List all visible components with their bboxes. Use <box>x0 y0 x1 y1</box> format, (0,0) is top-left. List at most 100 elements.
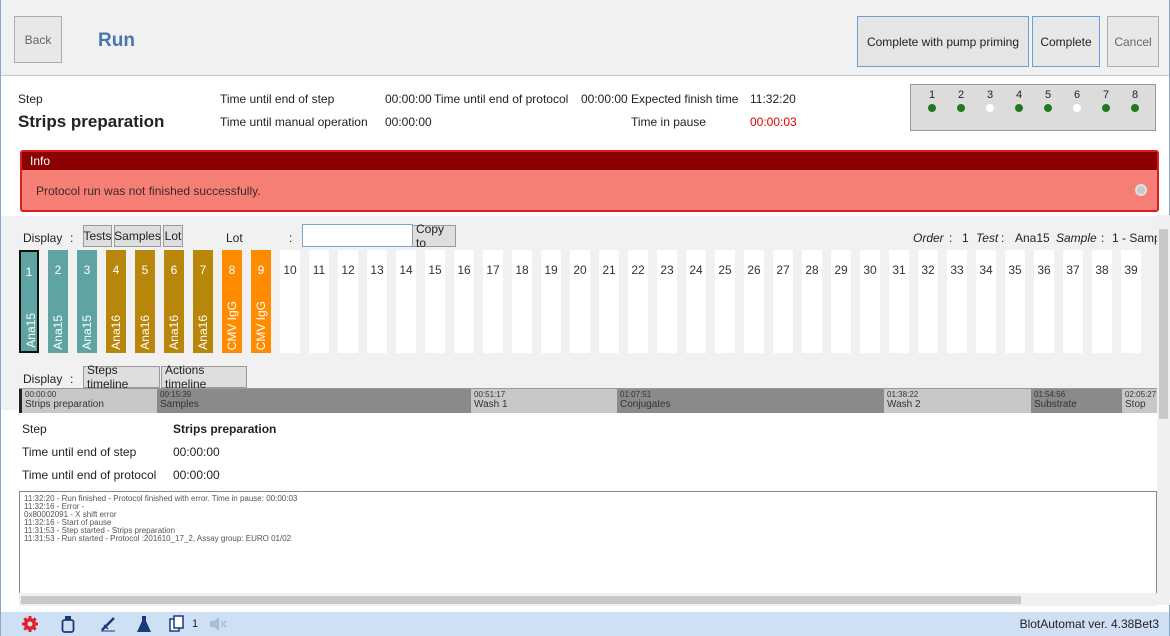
strip-slot[interactable]: 35 <box>1005 250 1025 353</box>
log-horizontal-scrollbar[interactable] <box>19 593 1157 606</box>
strip-test-name: Ana15 <box>51 315 65 350</box>
strip-number: 13 <box>370 263 384 277</box>
strip-slot[interactable]: 37 <box>1063 250 1083 353</box>
copy-to-button[interactable]: Copy to <box>412 222 456 250</box>
pages-counter: 1 <box>191 618 199 630</box>
speaker-muted-icon[interactable] <box>207 612 229 636</box>
module-status-dot <box>1073 104 1081 112</box>
module-number: 3 <box>986 89 994 101</box>
samples-toggle-button[interactable]: Samples <box>114 225 161 247</box>
strip-slot[interactable]: 4 Ana16 <box>106 250 126 353</box>
complete-button[interactable]: Complete <box>1032 16 1100 67</box>
timeline-step-name: Stop <box>1125 399 1146 410</box>
strip-slot[interactable]: 31 <box>889 250 909 353</box>
strip-slot[interactable]: 25 <box>715 250 735 353</box>
strip-number: 26 <box>747 263 761 277</box>
strip-slot[interactable]: 22 <box>628 250 648 353</box>
strip-slot[interactable]: 27 <box>773 250 793 353</box>
manual-operation-value: 00:00:00 <box>385 115 432 129</box>
flask-icon[interactable] <box>133 612 155 636</box>
strip-number: 18 <box>515 263 529 277</box>
strip-number: 7 <box>199 263 207 277</box>
strip-slot[interactable]: 39 <box>1121 250 1141 353</box>
order-colon: : <box>949 231 953 245</box>
strip-slot[interactable]: 7 Ana16 <box>193 250 213 353</box>
timeline-step-name: Substrate <box>1034 399 1077 410</box>
strip-slot[interactable]: 12 <box>338 250 358 353</box>
module-status-dot <box>1131 104 1139 112</box>
time-end-step-value: 00:00:00 <box>385 92 432 106</box>
details-time-end-step-value: 00:00:00 <box>173 445 220 459</box>
strip-slot[interactable]: 2 Ana15 <box>48 250 68 353</box>
strip-slot[interactable]: 6 Ana16 <box>164 250 184 353</box>
module-7: 7 <box>1099 89 1113 112</box>
pipette-icon[interactable] <box>97 612 119 636</box>
complete-with-pump-priming-button[interactable]: Complete with pump priming <box>857 16 1029 67</box>
log-entry: 11:32:16 - Start of pause <box>24 518 112 527</box>
tests-toggle-button[interactable]: Tests <box>83 225 112 247</box>
strip-slot[interactable]: 13 <box>367 250 387 353</box>
strip-slot[interactable]: 5 Ana16 <box>135 250 155 353</box>
strip-number: 14 <box>399 263 413 277</box>
strip-slot[interactable]: 8 CMV IgG <box>222 250 242 353</box>
module-4: 4 <box>1012 89 1026 112</box>
strip-number: 38 <box>1095 263 1109 277</box>
strip-slot[interactable]: 10 <box>280 250 300 353</box>
strip-slot[interactable]: 14 <box>396 250 416 353</box>
step-label: Step <box>18 92 43 106</box>
strip-slot[interactable]: 16 <box>454 250 474 353</box>
strip-number: 35 <box>1008 263 1022 277</box>
time-end-step-label: Time until end of step <box>220 92 335 106</box>
strip-slot[interactable]: 29 <box>831 250 851 353</box>
run-window: Back Run Complete with pump priming Comp… <box>0 0 1170 636</box>
timeline-step-name: Wash 2 <box>887 399 921 410</box>
gear-icon[interactable] <box>1135 184 1147 196</box>
strip-slot[interactable]: 32 <box>918 250 938 353</box>
strip-number: 15 <box>428 263 442 277</box>
test-colon: : <box>1001 231 1005 245</box>
module-status-dot <box>986 104 994 112</box>
strip-number: 34 <box>979 263 993 277</box>
strip-slot[interactable]: 23 <box>657 250 677 353</box>
strip-number: 5 <box>141 263 149 277</box>
strip-slot[interactable]: 38 <box>1092 250 1112 353</box>
vertical-scrollbar[interactable] <box>1157 215 1170 605</box>
steps-timeline-button[interactable]: Steps timeline <box>83 363 160 391</box>
module-status-dot <box>1015 104 1023 112</box>
module-number: 6 <box>1073 89 1081 101</box>
strip-slot[interactable]: 21 <box>599 250 619 353</box>
strip-number: 17 <box>486 263 500 277</box>
timeline-step: 02:05:27 Stop <box>1122 389 1159 413</box>
strip-slot[interactable]: 15 <box>425 250 445 353</box>
strip-slot[interactable]: 34 <box>976 250 996 353</box>
details-time-end-protocol-label: Time until end of protocol <box>22 468 157 482</box>
bottle-icon[interactable] <box>57 612 79 636</box>
strip-slot[interactable]: 26 <box>744 250 764 353</box>
strip-slot[interactable]: 28 <box>802 250 822 353</box>
actions-timeline-button[interactable]: Actions timeline <box>161 363 247 391</box>
gear-icon[interactable] <box>19 612 41 636</box>
strip-slot[interactable]: 3 Ana15 <box>77 250 97 353</box>
strip-number: 27 <box>776 263 790 277</box>
strip-number: 16 <box>457 263 471 277</box>
strip-slot[interactable]: 19 <box>541 250 561 353</box>
strip-slot[interactable]: 24 <box>686 250 706 353</box>
strip-slot[interactable]: 17 <box>483 250 503 353</box>
strip-slot[interactable]: 11 <box>309 250 329 353</box>
copy-pages-icon[interactable] <box>166 612 188 636</box>
strip-slot[interactable]: 20 <box>570 250 590 353</box>
module-2: 2 <box>954 89 968 112</box>
strip-slot[interactable]: 1 Ana15 <box>19 250 39 353</box>
timeline-step-time: 00:15:39 <box>160 390 192 399</box>
strip-slot[interactable]: 30 <box>860 250 880 353</box>
strip-slot[interactable]: 18 <box>512 250 532 353</box>
strip-slot[interactable]: 33 <box>947 250 967 353</box>
event-log[interactable]: 11:32:20 - Run finished - Protocol finis… <box>19 491 1157 599</box>
lot-input[interactable] <box>302 224 413 247</box>
cancel-button[interactable]: Cancel <box>1107 16 1159 67</box>
strip-slot[interactable]: 36 <box>1034 250 1054 353</box>
strip-rack: 1 Ana15 2 Ana15 3 Ana15 4 Ana16 5 Ana16 6 Ana16 7 Ana… <box>19 250 1157 356</box>
back-button[interactable]: Back <box>14 16 62 63</box>
strip-slot[interactable]: 9 CMV IgG <box>251 250 271 353</box>
lot-toggle-button[interactable]: Lot <box>163 225 183 247</box>
